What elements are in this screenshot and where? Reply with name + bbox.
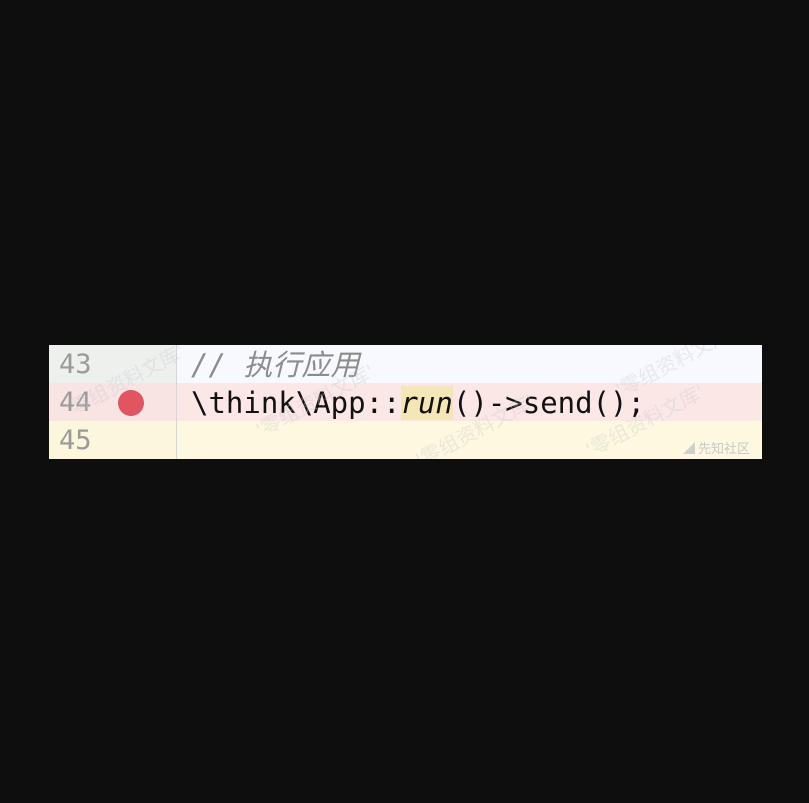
logo-text: 先知社区 xyxy=(697,442,750,457)
breakpoint-dot-icon[interactable] xyxy=(118,390,144,416)
code-line-43[interactable]: 43 // 执行应用 xyxy=(49,345,762,383)
line-number: 44 xyxy=(59,387,92,418)
code-method-run: run xyxy=(400,386,453,420)
code-line-45[interactable]: 45 xyxy=(49,421,762,459)
line-number: 45 xyxy=(59,425,92,456)
logo-mark-icon xyxy=(682,442,695,454)
line-number: 43 xyxy=(59,349,92,380)
code-text: \think\App::run()->send(); xyxy=(191,383,645,421)
code-line-44[interactable]: 44 \think\App::run()->send(); xyxy=(49,383,762,421)
gutter-line-43[interactable]: 43 xyxy=(49,345,177,383)
gutter-line-45[interactable]: 45 xyxy=(49,421,177,459)
gutter-line-44[interactable]: 44 xyxy=(49,383,177,421)
code-comment: // 执行应用 xyxy=(191,348,360,382)
code-class-path: \think\App:: xyxy=(191,386,401,420)
code-method-chain: ()->send(); xyxy=(452,386,645,420)
code-editor: 43 // 执行应用 44 \think\App::run()->send();… xyxy=(49,345,762,459)
community-logo: 先知社区 xyxy=(682,438,750,457)
